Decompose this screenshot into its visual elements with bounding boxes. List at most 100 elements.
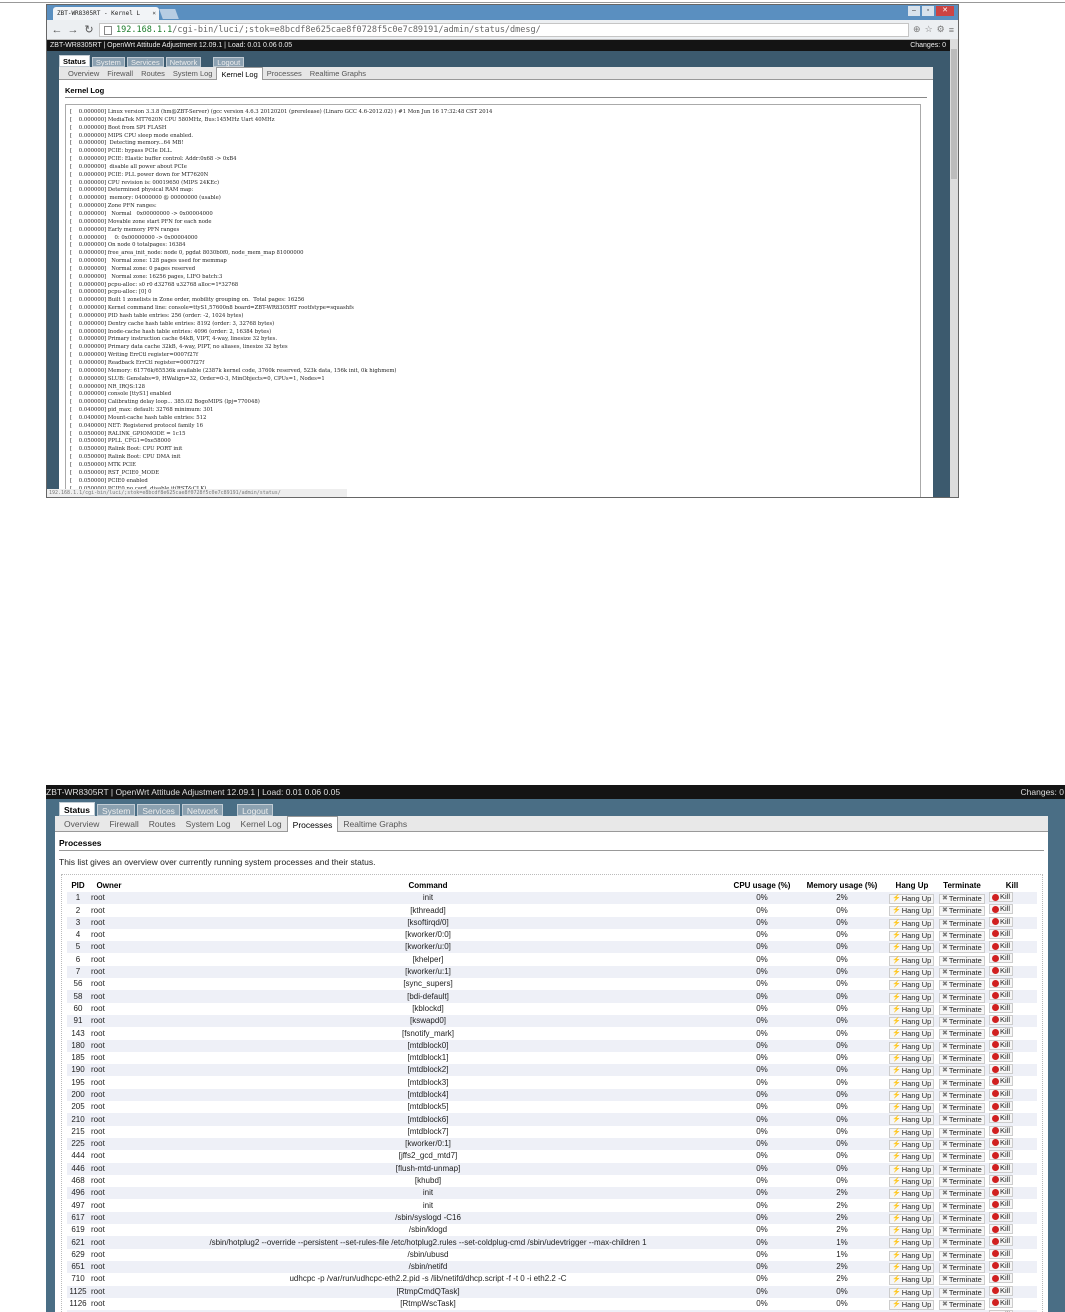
terminate-button[interactable]: ✖ Terminate bbox=[939, 918, 985, 929]
terminate-button[interactable]: ✖ Terminate bbox=[939, 943, 985, 954]
hang-up-button[interactable]: ⚡ Hang Up bbox=[889, 1201, 935, 1212]
kill-button[interactable]: Kill bbox=[989, 1113, 1014, 1124]
menu-item-system[interactable]: System bbox=[96, 804, 136, 816]
hang-up-button[interactable]: ⚡ Hang Up bbox=[889, 1226, 935, 1237]
hang-up-button[interactable]: ⚡ Hang Up bbox=[889, 1017, 935, 1028]
kill-button[interactable]: Kill bbox=[989, 990, 1014, 1001]
kill-button[interactable]: Kill bbox=[989, 1101, 1014, 1112]
terminate-button[interactable]: ✖ Terminate bbox=[939, 1250, 985, 1261]
reload-icon[interactable]: ↻ bbox=[83, 23, 95, 36]
browser-tab[interactable]: ZBT-WR8305RT - Kernel L × bbox=[53, 7, 159, 20]
kill-button[interactable]: Kill bbox=[989, 1199, 1014, 1210]
hang-up-button[interactable]: ⚡ Hang Up bbox=[889, 1066, 935, 1077]
kill-button[interactable]: Kill bbox=[989, 1064, 1014, 1075]
kill-button[interactable]: Kill bbox=[989, 904, 1014, 915]
terminate-button[interactable]: ✖ Terminate bbox=[939, 1226, 985, 1237]
kill-button[interactable]: Kill bbox=[989, 1125, 1014, 1136]
hang-up-button[interactable]: ⚡ Hang Up bbox=[889, 1004, 935, 1015]
kill-button[interactable]: Kill bbox=[989, 1051, 1014, 1062]
minimize-icon[interactable]: – bbox=[908, 6, 920, 16]
terminate-button[interactable]: ✖ Terminate bbox=[939, 1176, 985, 1187]
kill-button[interactable]: Kill bbox=[989, 1260, 1014, 1271]
hang-up-button[interactable]: ⚡ Hang Up bbox=[889, 1090, 935, 1101]
tab-routes[interactable]: Routes bbox=[137, 67, 169, 80]
back-icon[interactable]: ← bbox=[51, 24, 63, 36]
hang-up-button[interactable]: ⚡ Hang Up bbox=[889, 1127, 935, 1138]
kill-button[interactable]: Kill bbox=[989, 928, 1014, 939]
kill-button[interactable]: Kill bbox=[989, 1273, 1014, 1284]
kill-button[interactable]: Kill bbox=[989, 1027, 1014, 1038]
close-icon[interactable]: × bbox=[152, 7, 156, 20]
scrollbar-thumb[interactable] bbox=[951, 49, 957, 179]
hang-up-button[interactable]: ⚡ Hang Up bbox=[889, 1287, 935, 1298]
address-bar[interactable]: 192.168.1.1/cgi-bin/luci/;stok=e8bcdf8e6… bbox=[99, 22, 910, 37]
menu-item-services[interactable]: Services bbox=[137, 804, 180, 816]
hang-up-button[interactable]: ⚡ Hang Up bbox=[889, 918, 935, 929]
terminate-button[interactable]: ✖ Terminate bbox=[939, 1090, 985, 1101]
terminate-button[interactable]: ✖ Terminate bbox=[939, 1115, 985, 1126]
terminate-button[interactable]: ✖ Terminate bbox=[939, 1201, 985, 1212]
kill-button[interactable]: Kill bbox=[989, 1187, 1014, 1198]
tab-processes[interactable]: Processes bbox=[263, 67, 306, 80]
terminate-button[interactable]: ✖ Terminate bbox=[939, 1041, 985, 1052]
page-scrollbar[interactable] bbox=[950, 39, 958, 497]
terminate-button[interactable]: ✖ Terminate bbox=[939, 955, 985, 966]
terminate-button[interactable]: ✖ Terminate bbox=[939, 1004, 985, 1015]
terminate-button[interactable]: ✖ Terminate bbox=[939, 1054, 985, 1064]
tab-overview[interactable]: Overview bbox=[64, 67, 103, 80]
hang-up-button[interactable]: ⚡ Hang Up bbox=[889, 1176, 935, 1187]
terminate-button[interactable]: ✖ Terminate bbox=[939, 906, 985, 917]
hang-up-button[interactable]: ⚡ Hang Up bbox=[889, 931, 935, 942]
terminate-button[interactable]: ✖ Terminate bbox=[939, 1287, 985, 1298]
terminate-button[interactable]: ✖ Terminate bbox=[939, 894, 985, 905]
terminate-button[interactable]: ✖ Terminate bbox=[939, 1263, 985, 1274]
terminate-button[interactable]: ✖ Terminate bbox=[939, 1275, 985, 1286]
hang-up-button[interactable]: ⚡ Hang Up bbox=[889, 1103, 935, 1114]
tab-processes[interactable]: Processes bbox=[286, 815, 339, 832]
hang-up-button[interactable]: ⚡ Hang Up bbox=[889, 955, 935, 966]
zoom-icon[interactable]: ⊕ bbox=[913, 24, 921, 35]
terminate-button[interactable]: ✖ Terminate bbox=[939, 1127, 985, 1138]
terminate-button[interactable]: ✖ Terminate bbox=[939, 992, 985, 1003]
terminate-button[interactable]: ✖ Terminate bbox=[939, 980, 985, 991]
close-window-icon[interactable]: ✕ bbox=[936, 6, 954, 16]
hang-up-button[interactable]: ⚡ Hang Up bbox=[889, 1299, 935, 1310]
hang-up-button[interactable]: ⚡ Hang Up bbox=[889, 894, 935, 905]
kill-button[interactable]: Kill bbox=[989, 1076, 1014, 1087]
tab-kernel-log[interactable]: Kernel Log bbox=[216, 66, 263, 80]
kill-button[interactable]: Kill bbox=[989, 1224, 1014, 1235]
tab-kernel-log[interactable]: Kernel Log bbox=[236, 816, 287, 832]
hang-up-button[interactable]: ⚡ Hang Up bbox=[889, 1152, 935, 1163]
kill-button[interactable]: Kill bbox=[989, 1236, 1014, 1247]
maximize-icon[interactable]: ▫ bbox=[922, 6, 934, 16]
hang-up-button[interactable]: ⚡ Hang Up bbox=[889, 1054, 935, 1064]
hang-up-button[interactable]: ⚡ Hang Up bbox=[889, 992, 935, 1003]
kill-button[interactable]: Kill bbox=[989, 1174, 1014, 1185]
menu-item-system[interactable]: System bbox=[91, 57, 125, 67]
kill-button[interactable]: Kill bbox=[989, 941, 1014, 952]
tab-realtime-graphs[interactable]: Realtime Graphs bbox=[338, 816, 412, 832]
hang-up-button[interactable]: ⚡ Hang Up bbox=[889, 1078, 935, 1089]
menu-item-status[interactable]: Status bbox=[59, 55, 90, 67]
hang-up-button[interactable]: ⚡ Hang Up bbox=[889, 943, 935, 954]
hang-up-button[interactable]: ⚡ Hang Up bbox=[889, 1140, 935, 1151]
kill-button[interactable]: Kill bbox=[989, 1150, 1014, 1161]
hang-up-button[interactable]: ⚡ Hang Up bbox=[889, 967, 935, 978]
terminate-button[interactable]: ✖ Terminate bbox=[939, 1029, 985, 1040]
tab-firewall[interactable]: Firewall bbox=[103, 67, 137, 80]
kill-button[interactable]: Kill bbox=[989, 1088, 1014, 1099]
kill-button[interactable]: Kill bbox=[989, 916, 1014, 927]
hang-up-button[interactable]: ⚡ Hang Up bbox=[889, 1115, 935, 1126]
hang-up-button[interactable]: ⚡ Hang Up bbox=[889, 1189, 935, 1200]
bookmark-star-icon[interactable]: ☆ bbox=[925, 24, 933, 35]
hang-up-button[interactable]: ⚡ Hang Up bbox=[889, 1263, 935, 1274]
kill-button[interactable]: Kill bbox=[989, 1014, 1014, 1025]
menu-item-services[interactable]: Services bbox=[126, 57, 164, 67]
terminate-button[interactable]: ✖ Terminate bbox=[939, 1213, 985, 1224]
kill-button[interactable]: Kill bbox=[989, 892, 1014, 902]
kill-button[interactable]: Kill bbox=[989, 1002, 1014, 1013]
hang-up-button[interactable]: ⚡ Hang Up bbox=[889, 906, 935, 917]
forward-icon[interactable]: → bbox=[67, 24, 79, 36]
new-tab-button[interactable] bbox=[159, 9, 179, 19]
terminate-button[interactable]: ✖ Terminate bbox=[939, 1078, 985, 1089]
